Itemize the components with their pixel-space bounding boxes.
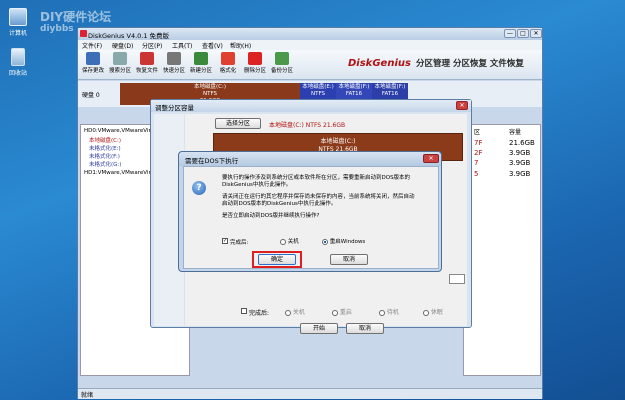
brand-banner: DiskGenius 分区管理 分区恢复 文件恢复 xyxy=(348,51,528,78)
checkbox-checked-icon: ✓ xyxy=(222,238,228,244)
dos-message-2: 请关闭正在运行的其它程序并保存尚未保存的内容，当前系统将关闭，然后自动启动到DO… xyxy=(222,194,415,207)
radio-selected xyxy=(322,238,328,245)
complete-checkbox[interactable] xyxy=(241,307,247,315)
backup-icon xyxy=(275,52,289,65)
quick-partition-icon xyxy=(167,52,181,65)
window-title: DiskGenius V4.0.1 免费版 xyxy=(88,32,170,40)
dos-dialog-close[interactable]: ✕ xyxy=(423,154,439,163)
desktop-icon-computer[interactable]: 计算机 xyxy=(3,8,33,37)
radio xyxy=(280,238,286,245)
title-bar: DiskGenius V4.0.1 免费版 — □ ✕ xyxy=(78,28,542,40)
desktop-icon-label: 回收站 xyxy=(8,70,27,77)
dos-complete-checkbox[interactable]: ✓ xyxy=(222,237,228,245)
checkbox-box xyxy=(241,308,247,314)
tree-item-g[interactable]: 未格式化(G:) xyxy=(89,160,121,168)
save-changes-button[interactable]: 保存更改 xyxy=(82,52,104,74)
complete-label: 完成后: xyxy=(249,310,270,317)
menu-tools[interactable]: 工具(T) xyxy=(172,41,192,50)
desktop-icon-recycle-bin[interactable]: 回收站 xyxy=(3,48,33,77)
table-cell: 5 xyxy=(474,170,479,178)
dos-message-1: 要执行的操作涉及到系统分区或本软件所在分区，需要重新启动到DOS版本的DiskG… xyxy=(222,175,411,188)
size-field-right[interactable] xyxy=(449,274,465,284)
save-icon xyxy=(86,52,100,65)
radio xyxy=(285,309,291,316)
table-cell: 3.9GB xyxy=(509,170,531,178)
close-button[interactable]: ✕ xyxy=(530,29,542,38)
quick-partition-button[interactable]: 快速分区 xyxy=(163,52,185,74)
search-partition-button[interactable]: 搜索分区 xyxy=(109,52,131,74)
option-restart[interactable]: 重启 xyxy=(332,307,352,316)
watermark-sub: diybbs xyxy=(40,24,74,34)
backup-partition-button[interactable]: 备份分区 xyxy=(271,52,293,74)
recover-icon xyxy=(140,52,154,65)
table-cell: 3.9GB xyxy=(509,149,531,157)
option-standby[interactable]: 待机 xyxy=(379,307,399,316)
format-button[interactable]: 格式化 xyxy=(217,52,239,74)
format-icon xyxy=(221,52,235,65)
desktop-icon-label: 计算机 xyxy=(8,30,27,37)
dos-message-3: 是否立即启动到DOS版并继续执行操作? xyxy=(222,213,320,219)
radio xyxy=(423,309,429,316)
status-text: 就绪 xyxy=(81,392,94,399)
option-hibernate[interactable]: 休眠 xyxy=(423,307,443,316)
brand-slogan: 分区管理 分区恢复 文件恢复 xyxy=(416,59,524,69)
brand-logo: DiskGenius xyxy=(348,58,411,69)
tree-item-e[interactable]: 未格式化(E:) xyxy=(89,144,121,152)
dos-option-shutdown[interactable]: 关机 xyxy=(280,237,299,245)
dos-option-reboot[interactable]: 重启Windows xyxy=(322,237,365,245)
option-shutdown[interactable]: 关机 xyxy=(285,307,305,316)
dos-complete-label: 完成后: xyxy=(230,240,249,246)
tree-item-f[interactable]: 未格式化(F:) xyxy=(89,152,120,160)
recover-files-button[interactable]: 恢复文件 xyxy=(136,52,158,74)
table-cell: 7 xyxy=(474,159,479,167)
resize-dialog-titlebar: 调整分区容量 ✕ xyxy=(151,100,471,112)
table-cell: 21.6GB xyxy=(509,139,535,147)
table-header-type: 区 xyxy=(474,129,481,136)
app-icon xyxy=(80,30,87,37)
dos-confirm-dialog: 需要在DOS下执行 ✕ ? 要执行的操作涉及到系统分区或本软件所在分区，需要重新… xyxy=(178,151,442,272)
new-partition-icon xyxy=(194,52,208,65)
dos-cancel-button[interactable]: 取消 xyxy=(330,254,368,265)
search-icon xyxy=(113,52,127,65)
toolbar: 保存更改 搜索分区 恢复文件 快速分区 新建分区 格式化 删除分区 备份分区 D… xyxy=(78,50,542,80)
resize-dialog-title: 调整分区容量 xyxy=(155,104,194,112)
select-partition-button[interactable]: 选择分区 xyxy=(215,118,261,129)
menu-help[interactable]: 帮助(H) xyxy=(230,41,251,50)
question-icon: ? xyxy=(192,181,206,195)
maximize-button[interactable]: □ xyxy=(517,29,529,38)
computer-icon xyxy=(9,8,27,26)
new-partition-button[interactable]: 新建分区 xyxy=(190,52,212,74)
disk-label: 硬盘 0 xyxy=(82,92,100,99)
resize-dialog-close[interactable]: ✕ xyxy=(456,101,468,110)
dos-dialog-titlebar: 需要在DOS下执行 ✕ xyxy=(179,152,441,166)
ok-button[interactable]: 确定 xyxy=(258,254,296,265)
partition-info: 本地磁盘(C:) NTFS 21.6GB xyxy=(269,122,346,129)
delete-partition-button[interactable]: 删除分区 xyxy=(244,52,266,74)
menu-partition[interactable]: 分区(P) xyxy=(142,41,162,50)
watermark-title: DIY硬件论坛 xyxy=(40,10,112,24)
radio xyxy=(332,309,338,316)
recycle-bin-icon xyxy=(11,48,25,66)
menu-file[interactable]: 文件(F) xyxy=(82,41,102,50)
menu-disk[interactable]: 硬盘(D) xyxy=(112,41,133,50)
table-header-capacity: 容量 xyxy=(509,129,522,136)
start-button[interactable]: 开始 xyxy=(300,323,338,334)
table-cell: 2F xyxy=(474,149,483,157)
dos-dialog-body: ? 要执行的操作涉及到系统分区或本软件所在分区，需要重新启动到DOS版本的Dis… xyxy=(183,166,439,269)
minimize-button[interactable]: — xyxy=(504,29,516,38)
radio xyxy=(379,309,385,316)
delete-icon xyxy=(248,52,262,65)
menu-bar: 文件(F) 硬盘(D) 分区(P) 工具(T) 查看(V) 帮助(H) xyxy=(78,40,542,50)
status-bar: 就绪 xyxy=(78,388,542,399)
partition-table: 区 容量 7F 21.6GB 2F 3.9GB 7 3.9GB 5 3.9GB xyxy=(463,124,541,376)
menu-view[interactable]: 查看(V) xyxy=(202,41,223,50)
table-cell: 7F xyxy=(474,139,483,147)
tree-item-c[interactable]: 本地磁盘(C:) xyxy=(89,136,121,144)
dos-dialog-title: 需要在DOS下执行 xyxy=(185,157,239,165)
table-cell: 3.9GB xyxy=(509,159,531,167)
resize-cancel-button[interactable]: 取消 xyxy=(346,323,384,334)
